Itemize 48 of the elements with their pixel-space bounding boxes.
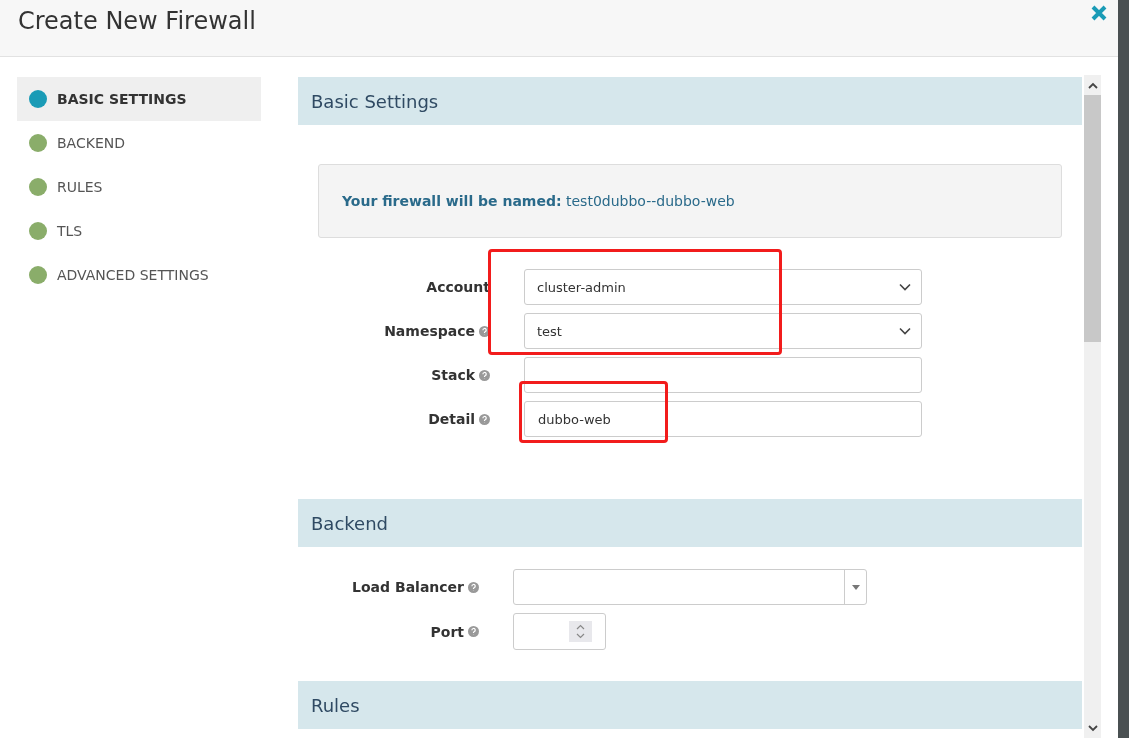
scroll-up-icon[interactable]	[1087, 81, 1098, 89]
scrollbar[interactable]	[1084, 75, 1101, 738]
notice-text: Your firewall will be named: test0dubbo--dubbo-web	[342, 193, 735, 209]
step-dot-icon	[29, 90, 47, 108]
sidebar-item[interactable]: BASIC SETTINGS	[17, 77, 261, 121]
sidebar-item-label: BASIC SETTINGS	[57, 91, 187, 107]
step-dot-icon	[29, 266, 47, 284]
chevron-down-icon	[899, 283, 911, 291]
select-field[interactable]: test	[524, 313, 922, 349]
scroll-down-icon[interactable]	[1087, 724, 1098, 732]
step-dot-icon	[29, 134, 47, 152]
scrollbar-thumb[interactable]	[1084, 95, 1101, 342]
field-label: Namespace	[384, 323, 475, 339]
step-dot-icon	[29, 178, 47, 196]
input-field[interactable]	[524, 357, 922, 393]
field-label: Detail	[428, 411, 475, 427]
sidebar-item-label: BACKEND	[57, 135, 125, 151]
step-dot-icon	[29, 222, 47, 240]
field-label: Stack	[431, 367, 475, 383]
field-label: Load Balancer	[352, 579, 464, 595]
modal-title: Create New Firewall	[18, 7, 256, 35]
field-label: Port	[430, 623, 464, 640]
help-icon	[479, 369, 490, 381]
chevron-down-icon	[899, 327, 911, 335]
sidebar-item-label: RULES	[57, 179, 103, 195]
sidebar-item-label: ADVANCED SETTINGS	[57, 267, 209, 283]
field-label: Account	[426, 279, 490, 295]
sidebar-item[interactable]: TLS	[17, 209, 261, 253]
spin-arrows-icon	[576, 624, 585, 639]
section-title: Rules	[311, 694, 360, 716]
input-field[interactable]: dubbo-web	[524, 401, 922, 437]
sidebar-item[interactable]: ADVANCED SETTINGS	[17, 253, 261, 297]
number-field[interactable]	[513, 613, 606, 650]
caret-icon	[851, 584, 860, 590]
sidebar-item[interactable]: BACKEND	[17, 121, 261, 165]
help-icon	[468, 581, 479, 593]
section-title: Backend	[311, 512, 388, 534]
close-button[interactable]	[1090, 4, 1108, 22]
section-title: Basic Settings	[311, 90, 439, 112]
combo-field[interactable]	[513, 569, 867, 605]
help-icon	[479, 325, 490, 337]
select-field[interactable]: cluster-admin	[524, 269, 922, 305]
spinner-control[interactable]	[569, 621, 592, 642]
sidebar-item-label: TLS	[57, 223, 83, 239]
help-icon	[479, 413, 490, 425]
close-icon	[1090, 4, 1108, 22]
sidebar-item[interactable]: RULES	[17, 165, 261, 209]
help-icon	[468, 626, 479, 637]
